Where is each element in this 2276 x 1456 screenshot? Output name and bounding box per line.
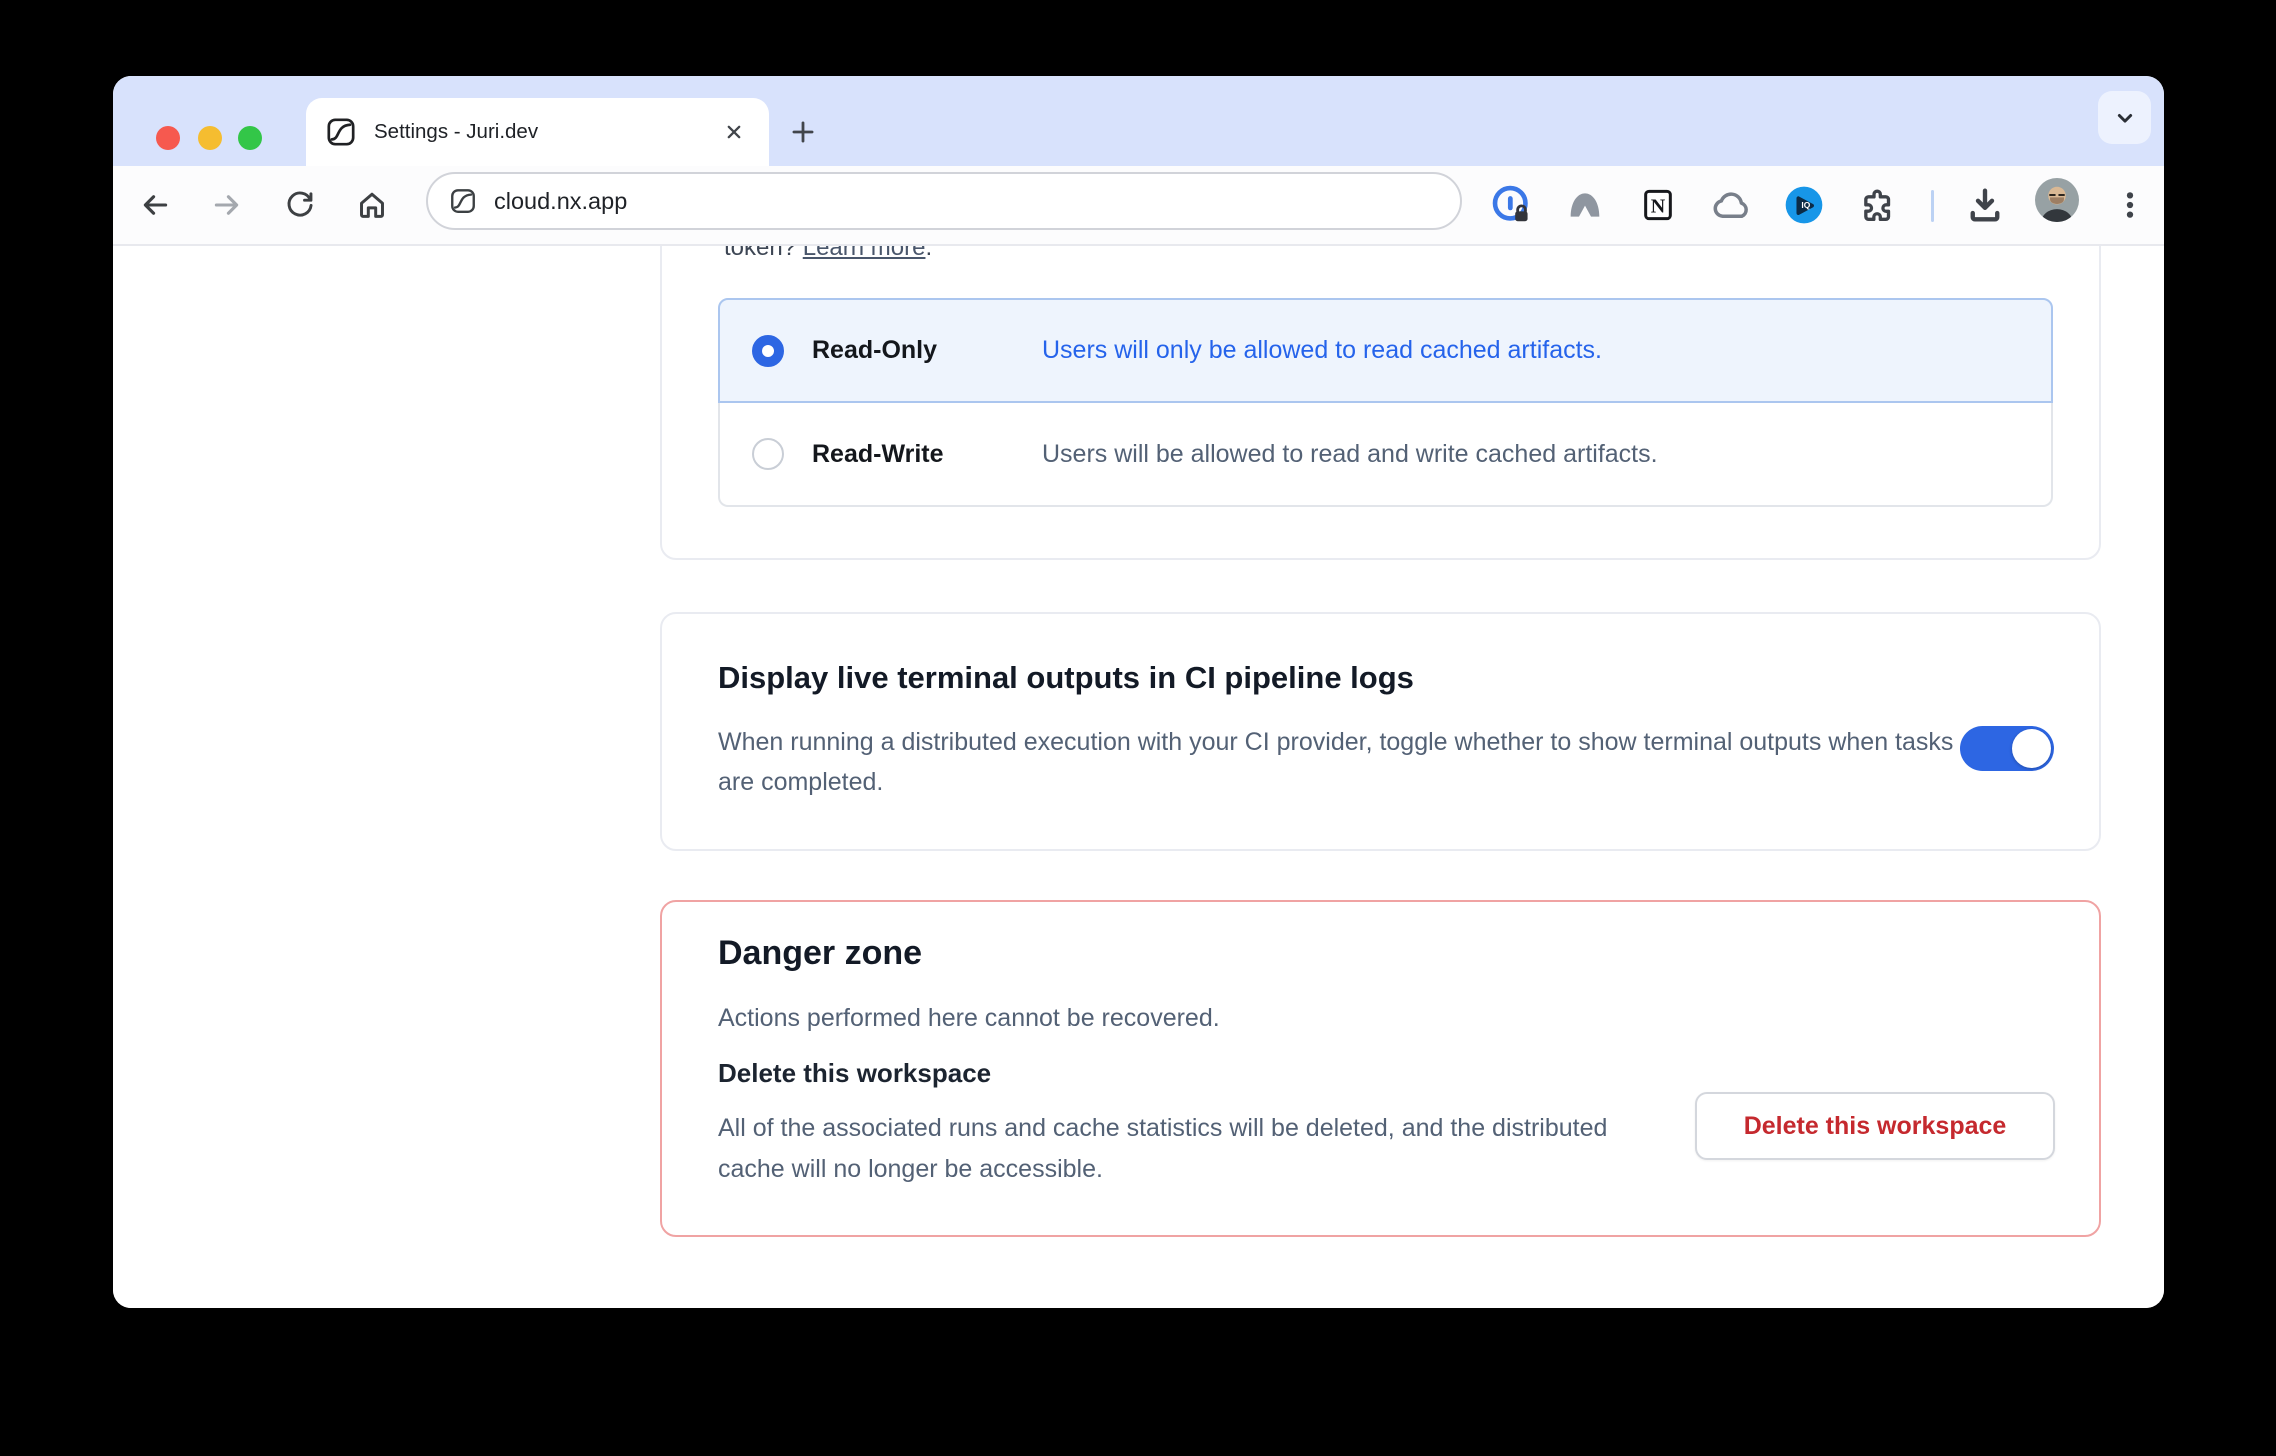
extensions-button[interactable]: [1852, 180, 1902, 230]
avatar-photo: [2035, 178, 2079, 222]
1password-icon: [1489, 182, 1535, 228]
active-tab[interactable]: Settings - Juri.dev: [306, 98, 769, 166]
svg-text:IQ: IQ: [1801, 200, 1810, 210]
puzzle-icon: [1857, 185, 1897, 225]
url-text: cloud.nx.app: [494, 188, 627, 215]
toggle-knob: [2012, 729, 2051, 768]
page-content: token? Learn more. Read-Only Users will …: [113, 246, 2164, 1308]
forward-arrow-icon: [210, 188, 244, 222]
radio-unselected-icon[interactable]: [752, 438, 784, 470]
radio-selected-icon[interactable]: [752, 335, 784, 367]
danger-zone-subtitle: Actions performed here cannot be recover…: [718, 1004, 1220, 1033]
cloud-extension-button[interactable]: [1706, 180, 1756, 230]
terminal-outputs-title: Display live terminal outputs in CI pipe…: [718, 660, 1414, 696]
notion-extension-button[interactable]: N: [1633, 180, 1683, 230]
reload-button[interactable]: [275, 180, 325, 230]
read-only-label: Read-Only: [812, 336, 1042, 365]
iq-extension-button[interactable]: IQ: [1779, 180, 1829, 230]
access-token-card: token? Learn more. Read-Only Users will …: [660, 246, 2101, 560]
kebab-menu-icon: [2112, 187, 2148, 223]
home-button[interactable]: [347, 180, 397, 230]
back-arrow-icon: [138, 188, 172, 222]
terminal-outputs-card: Display live terminal outputs in CI pipe…: [660, 612, 2101, 851]
browser-menu-button[interactable]: [2105, 180, 2155, 230]
reload-icon: [284, 189, 316, 221]
toolbar-divider: [1931, 190, 1934, 222]
cloud-icon: [1710, 184, 1752, 226]
token-help-prefix: token?: [724, 246, 803, 261]
danger-zone-card: Danger zone Actions performed here canno…: [660, 900, 2101, 1237]
mountain-icon: [1565, 185, 1605, 225]
delete-workspace-description: All of the associated runs and cache sta…: [718, 1108, 1623, 1190]
delete-workspace-heading: Delete this workspace: [718, 1058, 991, 1089]
learn-more-link[interactable]: Learn more: [803, 246, 926, 261]
chevron-down-icon: [2110, 103, 2140, 133]
delete-workspace-button[interactable]: Delete this workspace: [1695, 1092, 2055, 1160]
access-scope-radio-group: Read-Only Users will only be allowed to …: [718, 298, 2053, 507]
forward-button[interactable]: [202, 180, 252, 230]
new-tab-button[interactable]: [785, 114, 821, 150]
token-help-period: .: [925, 246, 932, 261]
traffic-minimize-icon[interactable]: [198, 126, 222, 150]
profile-avatar[interactable]: [2035, 178, 2079, 222]
iq-play-icon: IQ: [1782, 183, 1826, 227]
token-help-text: token? Learn more.: [724, 246, 932, 262]
download-icon: [1964, 184, 2006, 226]
browser-window: Settings - Juri.dev: [113, 76, 2164, 1308]
downloads-button[interactable]: [1960, 180, 2010, 230]
nx-site-icon: [448, 186, 478, 216]
tab-title: Settings - Juri.dev: [374, 120, 717, 144]
back-button[interactable]: [130, 180, 180, 230]
tab-search-button[interactable]: [2098, 91, 2151, 144]
onepassword-extension-button[interactable]: [1487, 180, 1537, 230]
svg-text:N: N: [1651, 196, 1666, 218]
read-only-option[interactable]: Read-Only Users will only be allowed to …: [718, 298, 2053, 403]
notion-icon: N: [1638, 185, 1678, 225]
read-only-description: Users will only be allowed to read cache…: [1042, 336, 1602, 365]
terminal-outputs-description: When running a distributed execution wit…: [718, 722, 1963, 802]
browser-toolbar: cloud.nx.app N: [113, 166, 2164, 246]
read-write-option[interactable]: Read-Write Users will be allowed to read…: [718, 403, 2053, 507]
danger-zone-title: Danger zone: [718, 934, 922, 973]
tab-close-icon[interactable]: [717, 115, 751, 149]
tab-strip: Settings - Juri.dev: [113, 76, 2164, 166]
traffic-zoom-icon[interactable]: [238, 126, 262, 150]
read-write-description: Users will be allowed to read and write …: [1042, 440, 1658, 469]
traffic-close-icon[interactable]: [156, 126, 180, 150]
vpn-extension-button[interactable]: [1560, 180, 1610, 230]
home-icon: [355, 188, 389, 222]
nx-favicon-icon: [324, 115, 358, 149]
read-write-label: Read-Write: [812, 440, 1042, 469]
terminal-outputs-toggle[interactable]: [1960, 726, 2054, 771]
address-bar[interactable]: cloud.nx.app: [426, 172, 1462, 230]
